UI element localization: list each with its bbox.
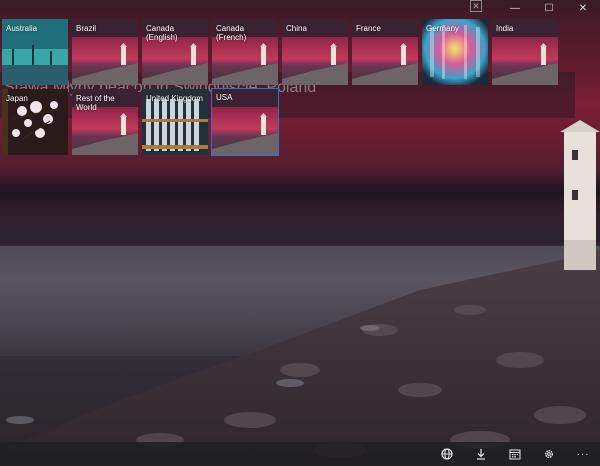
panel-close-button[interactable]: ✕ — [470, 0, 482, 12]
region-label: United Kingdom — [146, 94, 203, 103]
maximize-button[interactable]: ☐ — [532, 0, 566, 16]
region-tile-rest-of-the-world[interactable]: Rest of the World — [72, 89, 138, 155]
region-tile-japan[interactable]: Japan — [2, 89, 68, 155]
lighthouse — [560, 120, 600, 270]
region-label: Brazil — [76, 24, 97, 33]
download-icon — [477, 449, 485, 460]
globe-button[interactable] — [430, 442, 464, 466]
settings-button[interactable] — [532, 442, 566, 466]
region-tile-germany[interactable]: Germany — [422, 19, 488, 85]
region-tile-france[interactable]: France — [352, 19, 418, 85]
region-tile-australia[interactable]: Australia — [2, 19, 68, 85]
region-label: Canada (French) — [216, 24, 247, 42]
region-thumbnail — [492, 37, 558, 85]
region-label: Australia — [6, 24, 38, 33]
stone-pier — [0, 250, 600, 466]
region-label: France — [356, 24, 381, 33]
region-tile-canada-english[interactable]: Canada (English) — [142, 19, 208, 85]
region-thumbnail — [282, 37, 348, 85]
globe-icon — [441, 448, 453, 460]
region-label: China — [286, 24, 307, 33]
region-label: Rest of the World — [76, 94, 115, 112]
region-thumbnail — [212, 107, 278, 155]
more-button[interactable]: ··· — [566, 442, 600, 466]
window-controls: — ☐ ✕ — [498, 0, 600, 16]
region-tile-brazil[interactable]: Brazil — [72, 19, 138, 85]
region-tile-canada-french[interactable]: Canada (French) — [212, 19, 278, 85]
gear-icon — [545, 450, 553, 458]
region-thumbnail — [72, 107, 138, 155]
cloud-band — [0, 170, 600, 220]
more-icon: ··· — [576, 448, 590, 460]
calendar-icon — [509, 449, 521, 460]
region-tile-usa[interactable]: USA — [211, 88, 279, 156]
region-thumbnail — [212, 37, 278, 85]
region-label: USA — [216, 93, 233, 102]
calendar-button[interactable] — [498, 442, 532, 466]
region-label: India — [496, 24, 514, 33]
region-label: Japan — [6, 94, 28, 103]
region-tile-india[interactable]: India — [492, 19, 558, 85]
region-label: Germany — [426, 24, 459, 33]
region-tile-china[interactable]: China — [282, 19, 348, 85]
minimize-button[interactable]: — — [498, 0, 532, 16]
region-picker: Australia Brazil Canada (English) Canada (F… — [0, 18, 560, 158]
region-thumbnail — [72, 37, 138, 85]
region-tile-united-kingdom[interactable]: United Kingdom — [142, 89, 208, 155]
region-label: Canada (English) — [146, 24, 178, 42]
region-thumbnail — [352, 37, 418, 85]
region-thumbnail — [142, 37, 208, 85]
download-button[interactable] — [464, 442, 498, 466]
bottom-app-bar: ··· — [0, 442, 600, 466]
close-button[interactable]: ✕ — [566, 0, 600, 16]
